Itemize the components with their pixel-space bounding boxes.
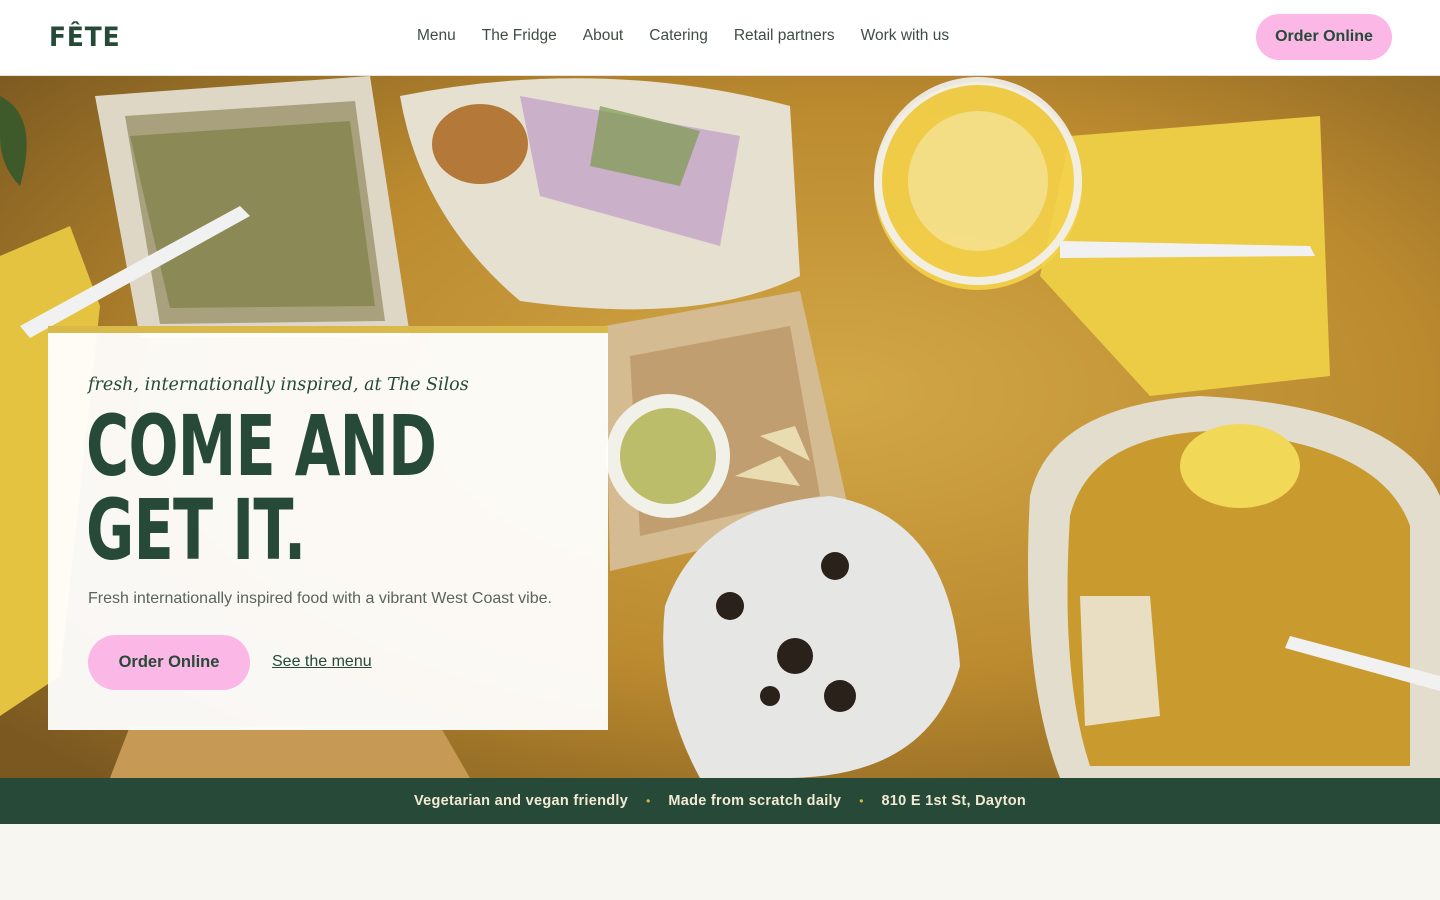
- logo[interactable]: FÊTE: [49, 22, 121, 53]
- nav-item-work-with-us[interactable]: Work with us: [861, 27, 949, 45]
- hero-card-accent: [48, 326, 608, 333]
- info-banner: Vegetarian and vegan friendly • Made fro…: [0, 778, 1440, 824]
- banner-item-vegetarian: Vegetarian and vegan friendly: [413, 793, 629, 809]
- hero-headline-line1: COME AND: [86, 397, 437, 495]
- nav-item-retail-partners[interactable]: Retail partners: [734, 27, 835, 45]
- hero-tagline: fresh, internationally inspired, at The …: [88, 375, 469, 395]
- banner-separator: •: [859, 794, 864, 808]
- hero-subtext: Fresh internationally inspired food with…: [88, 590, 552, 607]
- hero-card: fresh, internationally inspired, at The …: [48, 326, 608, 730]
- nav-item-about[interactable]: About: [583, 27, 624, 45]
- see-the-menu-link[interactable]: See the menu: [272, 653, 372, 671]
- nav-item-menu[interactable]: Menu: [417, 27, 456, 45]
- nav-item-the-fridge[interactable]: The Fridge: [482, 27, 557, 45]
- main-nav: Menu The Fridge About Catering Retail pa…: [404, 27, 975, 45]
- nav-item-catering[interactable]: Catering: [649, 27, 708, 45]
- site-header: FÊTE Menu The Fridge About Catering Reta…: [0, 0, 1440, 76]
- banner-separator: •: [646, 794, 651, 808]
- hero-order-online-button[interactable]: Order Online: [88, 635, 250, 690]
- header-order-online-button[interactable]: Order Online: [1256, 14, 1392, 60]
- hero-headline-line2: GET IT.: [86, 481, 306, 579]
- hero-headline: COME AND GET IT.: [86, 397, 437, 579]
- banner-item-scratch: Made from scratch daily: [668, 793, 842, 809]
- banner-item-address: 810 E 1st St, Dayton: [881, 793, 1027, 809]
